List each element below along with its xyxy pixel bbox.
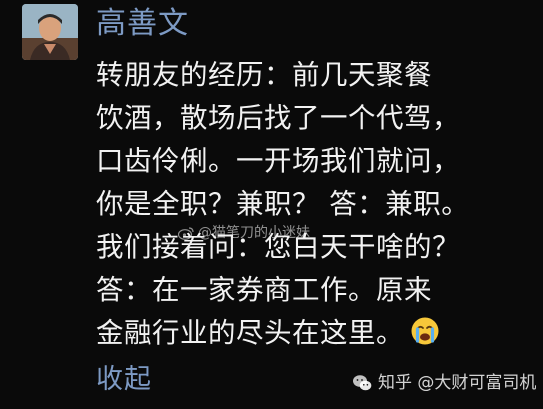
avatar[interactable] — [22, 4, 78, 60]
post-line: 金融行业的尽头在这里。 — [96, 317, 404, 349]
author-name[interactable]: 高善文 — [96, 4, 189, 44]
post-line: 你是全职？兼职？ 答：兼职。 — [96, 188, 470, 220]
crying-face-icon — [411, 317, 439, 345]
post-content: 转朋友的经历：前几天聚餐 饮酒，散场后找了一个代驾， 口齿伶俐。一开场我们就问，… — [96, 54, 536, 355]
zhihu-watermark: 知乎 @大财可富司机 — [352, 372, 536, 394]
post-line-last: 金融行业的尽头在这里。 — [96, 312, 536, 355]
post-line: 饮酒，散场后找了一个代驾， — [96, 102, 460, 134]
wechat-icon — [353, 375, 372, 391]
post-line: 口齿伶俐。一开场我们就问， — [96, 145, 460, 177]
post-line: 转朋友的经历：前几天聚餐 — [96, 59, 432, 91]
weibo-watermark: @猫笔刀的小迷妹 — [178, 224, 310, 242]
post-line: 我们接着问：您白天干啥的？ — [96, 231, 460, 263]
weibo-watermark-text: @猫笔刀的小迷妹 — [198, 225, 310, 241]
zhihu-watermark-text: 知乎 @大财可富司机 — [378, 373, 537, 393]
collapse-button[interactable]: 收起 — [96, 360, 152, 400]
post-line: 答：在一家券商工作。原来 — [96, 274, 432, 306]
weibo-icon — [178, 227, 194, 240]
